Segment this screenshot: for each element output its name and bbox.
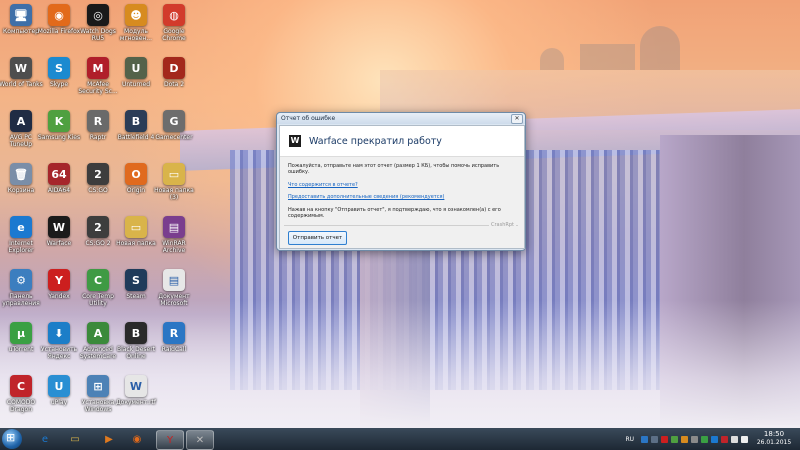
app-icon: U xyxy=(125,57,147,79)
app-icon: W xyxy=(125,375,147,397)
app-icon: B xyxy=(125,322,147,344)
dialog-header: W Warface прекратил работу xyxy=(280,126,524,157)
app-icon: ◎ xyxy=(87,4,109,26)
desktop-icon-label: Документ.rtf xyxy=(115,399,156,406)
tray-app-icon[interactable] xyxy=(721,435,728,443)
app-icon: U xyxy=(48,375,70,397)
tray-app-icon[interactable] xyxy=(661,435,668,443)
app-icon: e xyxy=(10,216,32,238)
clock-date: 26.01.2015 xyxy=(756,439,792,446)
desktop-icon-label: RaidCall xyxy=(161,346,187,353)
network-icon[interactable] xyxy=(731,435,738,443)
desktop-icon[interactable]: ◍ Google Chrome xyxy=(151,4,197,42)
taskbar-crash-report-icon[interactable]: ✕ xyxy=(186,430,214,450)
app-icon: ☻ xyxy=(125,4,147,26)
app-icon: 🗑 xyxy=(10,163,32,185)
app-icon: ◍ xyxy=(163,4,185,26)
app-icon: 2 xyxy=(87,163,109,185)
dialog-message: Пожалуйста, отправьте нам этот отчет (ра… xyxy=(288,163,500,175)
app-icon: S xyxy=(125,269,147,291)
desktop-icon[interactable]: ▤ Документ Microsoft xyxy=(151,269,197,307)
app-icon: M xyxy=(87,57,109,79)
dialog-heading: Warface прекратил работу xyxy=(309,135,442,147)
app-icon: W xyxy=(10,57,32,79)
tray-app-icon[interactable] xyxy=(671,435,678,443)
desktop-icon[interactable]: D Dota 2 xyxy=(151,57,197,88)
app-icon: R xyxy=(87,110,109,132)
desktop-icon-label: WinRAR Archive xyxy=(162,240,186,254)
taskbar-file-explorer-icon[interactable]: ▭ xyxy=(62,430,88,448)
taskbar-internet-explorer-icon[interactable]: e xyxy=(32,430,58,448)
desktop-icon[interactable]: G Gamecenter xyxy=(151,110,197,141)
app-icon: 64 xyxy=(48,163,70,185)
app-icon: O xyxy=(125,163,147,185)
tray-app-icon[interactable] xyxy=(701,435,708,443)
app-icon: S xyxy=(48,57,70,79)
desktop-icon[interactable]: W Документ.rtf xyxy=(113,375,159,406)
cathedral-domes xyxy=(520,20,710,75)
app-icon: ⊞ xyxy=(87,375,109,397)
app-icon: R xyxy=(163,322,185,344)
app-icon: D xyxy=(163,57,185,79)
desktop: 🖥 Компьютер ◉ Mozilla Firefox ◎ Watch Dogs RU… xyxy=(0,0,800,428)
app-icon: 🖥 xyxy=(10,4,32,26)
app-icon: ▤ xyxy=(163,216,185,238)
app-icon: W xyxy=(48,216,70,238)
system-tray: RU xyxy=(625,428,748,450)
app-icon: A xyxy=(87,322,109,344)
error-report-dialog[interactable]: Отчет об ошибке ✕ W Warface прекратил ра… xyxy=(276,112,526,251)
app-icon: Y xyxy=(48,269,70,291)
app-icon: C xyxy=(10,375,32,397)
taskbar-media-player-icon[interactable]: ▶ xyxy=(96,430,122,448)
consent-text: Нажав на кнопку "Отправить отчет", я под… xyxy=(288,207,501,219)
desktop-icon-label: Документ Microsoft xyxy=(158,293,190,307)
warface-logo-icon: W xyxy=(289,135,301,147)
tray-app-icon[interactable] xyxy=(691,435,698,443)
app-icon: ⬇ xyxy=(48,322,70,344)
volume-icon[interactable] xyxy=(741,435,748,443)
app-icon: µ xyxy=(10,322,32,344)
app-icon: ◉ xyxy=(48,4,70,26)
taskbar-firefox-icon[interactable]: ◉ xyxy=(124,430,150,448)
app-icon: 2 xyxy=(87,216,109,238)
tray-app-icon[interactable] xyxy=(641,435,648,443)
app-icon: A xyxy=(10,110,32,132)
send-report-button[interactable]: Отправить отчет xyxy=(288,231,347,245)
clock-time: 18:50 xyxy=(763,430,785,438)
report-contents-link[interactable]: Что содержится в отчете? xyxy=(288,182,358,188)
dialog-body: W Warface прекратил работу Пожалуйста, о… xyxy=(279,125,525,249)
dialog-titlebar[interactable]: Отчет об ошибке xyxy=(277,113,525,124)
taskbar: e▭ ▶◉ Y✕ RU 18:50 26.01.2015 xyxy=(0,428,800,450)
crashrpt-tag: CrashRpt xyxy=(489,222,516,228)
taskbar-yandex-icon[interactable]: Y xyxy=(156,430,184,450)
app-icon: G xyxy=(163,110,185,132)
app-icon: ⚙ xyxy=(10,269,32,291)
desktop-icon-label: Dota 2 xyxy=(163,81,185,88)
app-icon: K xyxy=(48,110,70,132)
desktop-icon[interactable]: ▭ Новая папка (3) xyxy=(151,163,197,201)
tray-app-icon[interactable] xyxy=(651,435,658,443)
provide-details-link[interactable]: Предоставить дополнительные сведения (ре… xyxy=(288,194,444,200)
tray-app-icon[interactable] xyxy=(681,435,688,443)
app-icon: ▭ xyxy=(125,216,147,238)
desktop-icon-label: Google Chrome xyxy=(162,28,186,42)
app-icon: C xyxy=(87,269,109,291)
tray-app-icon[interactable] xyxy=(711,435,718,443)
desktop-icon[interactable]: ▤ WinRAR Archive xyxy=(151,216,197,254)
start-button[interactable] xyxy=(2,429,22,449)
desktop-icon-label: Новая папка (3) xyxy=(154,187,194,201)
language-indicator[interactable]: RU xyxy=(625,436,634,443)
app-icon: ▭ xyxy=(163,163,185,185)
close-button[interactable]: ✕ xyxy=(511,114,523,124)
desktop-icon[interactable]: R RaidCall xyxy=(151,322,197,353)
app-icon: B xyxy=(125,110,147,132)
clock[interactable]: 18:50 26.01.2015 xyxy=(752,430,796,447)
app-icon: ▤ xyxy=(163,269,185,291)
desktop-icon-label: Gamecenter xyxy=(155,134,193,141)
dialog-separator xyxy=(284,225,518,226)
